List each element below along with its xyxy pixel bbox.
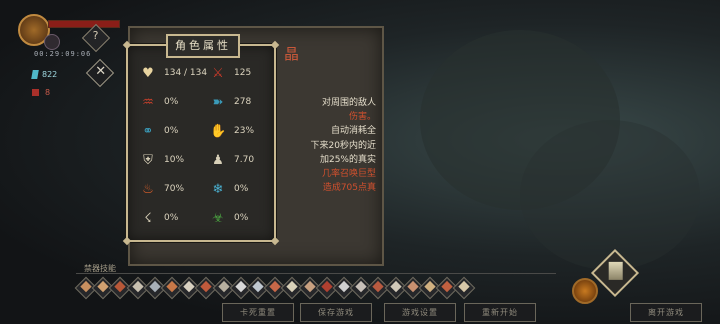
stat-value: 0% (234, 213, 249, 223)
totem-icon (608, 261, 623, 280)
health-bar (48, 20, 120, 28)
skill-icon (235, 280, 247, 293)
description-line: 自动消耗全 (330, 126, 376, 137)
skill-icon (389, 280, 402, 293)
blue-chain-icon: ⚭ (142, 124, 154, 139)
item-title-fragment: 晶 (284, 45, 300, 63)
stat-value: 134 / 134 (164, 68, 208, 78)
sword-icon: ⚔ (212, 66, 224, 81)
blood-icon (32, 89, 39, 96)
help-icon: ? (92, 28, 99, 42)
skill-icon (80, 280, 92, 293)
poison-icon: ☣ (212, 211, 224, 226)
blue-wing-icon: ➽ (212, 95, 224, 110)
fire-icon: ♨ (142, 182, 154, 197)
hand-icon: ✋ (210, 124, 227, 139)
stat-value: 70% (164, 184, 185, 194)
description-line: 伤害。 (348, 112, 376, 123)
relic-orb-icon[interactable] (572, 278, 598, 304)
rechallenge-button[interactable]: 卡死重置 (222, 303, 294, 322)
heart-icon: ♥ (142, 66, 154, 81)
exit-game-button[interactable]: 离开游戏 (630, 303, 702, 322)
run-timer: 00:29:09:06 (34, 50, 92, 58)
description-line: 下来20秒内的近 (310, 140, 376, 151)
boot-icon: ♟ (212, 153, 224, 168)
skill-icon (114, 280, 127, 293)
snowflake-icon: ❄ (212, 182, 224, 197)
red-claw-icon: ♒ (142, 95, 154, 110)
skill-icon (166, 280, 178, 293)
item-description-text: 对周围的敌人伤害。自动消耗全下来20秒内的近加25%的真实 几率召唤巨型 造成705… (284, 96, 376, 195)
skill-icon (131, 280, 144, 293)
skill-icon (321, 280, 333, 293)
restart-button[interactable]: 重新开始 (464, 303, 536, 322)
skill-icon (458, 280, 471, 293)
settings-button[interactable]: 游戏设置 (384, 303, 456, 322)
cave-rock (520, 120, 700, 270)
description-line: 几率召唤巨型 (321, 169, 376, 180)
skill-icon (372, 280, 385, 293)
skill-icon (286, 280, 299, 293)
skill-icon (252, 280, 264, 293)
stat-value: 10% (164, 155, 185, 165)
skill-icon (424, 280, 436, 293)
skill-icon (269, 280, 281, 293)
lightning-icon: ☇ (144, 211, 152, 226)
stat-value: 7.70 (234, 155, 255, 165)
stat-value: 0% (164, 213, 179, 223)
skill-icon (217, 280, 230, 293)
help-button[interactable]: ? (81, 23, 111, 53)
stat-value: 23% (234, 126, 255, 136)
skill-icon (441, 280, 453, 293)
stat-value: 0% (234, 184, 249, 194)
bottom-menu: 卡死重置 保存游戏 游戏设置 重新开始 离开游戏 (0, 303, 720, 324)
crystal-counter: 822 (31, 70, 57, 79)
stat-value: 125 (234, 68, 252, 78)
description-line: 造成705点真 (322, 183, 376, 194)
red-counter: 8 (32, 88, 50, 97)
divider (76, 273, 556, 274)
description-line: 对周围的敌人 (321, 98, 376, 108)
panel-title: 角色属性 (166, 34, 240, 58)
stat-value: 0% (164, 126, 179, 136)
skill-icon (97, 280, 109, 293)
close-icon: ✕ (95, 64, 107, 80)
crystal-icon (31, 70, 39, 79)
character-attributes-panel: 角色属性 ♥ 134 / 134 ⚔ 125 ♒ 0% ➽ 278 ⚭ 0% ✋ 23% ⛨ 10% ♟ 7.… (122, 34, 280, 246)
close-button[interactable]: ✕ (85, 58, 115, 88)
shield-icon: ⛨ (143, 153, 153, 168)
player-hud: ? 00:29:09:06 822 8 ✕ (8, 6, 128, 106)
save-game-button[interactable]: 保存游戏 (300, 303, 372, 322)
skill-icon (407, 280, 419, 293)
stat-value: 0% (164, 97, 179, 107)
skill-icon (149, 280, 161, 293)
skill-icon (303, 280, 316, 293)
skill-icon (183, 280, 195, 293)
skill-icon (355, 280, 367, 293)
description-line: 加25%的真实 (319, 154, 376, 165)
skill-icon (338, 280, 350, 293)
stat-value: 278 (234, 97, 252, 107)
skill-icon (200, 280, 213, 293)
buff-icon[interactable] (44, 34, 60, 50)
